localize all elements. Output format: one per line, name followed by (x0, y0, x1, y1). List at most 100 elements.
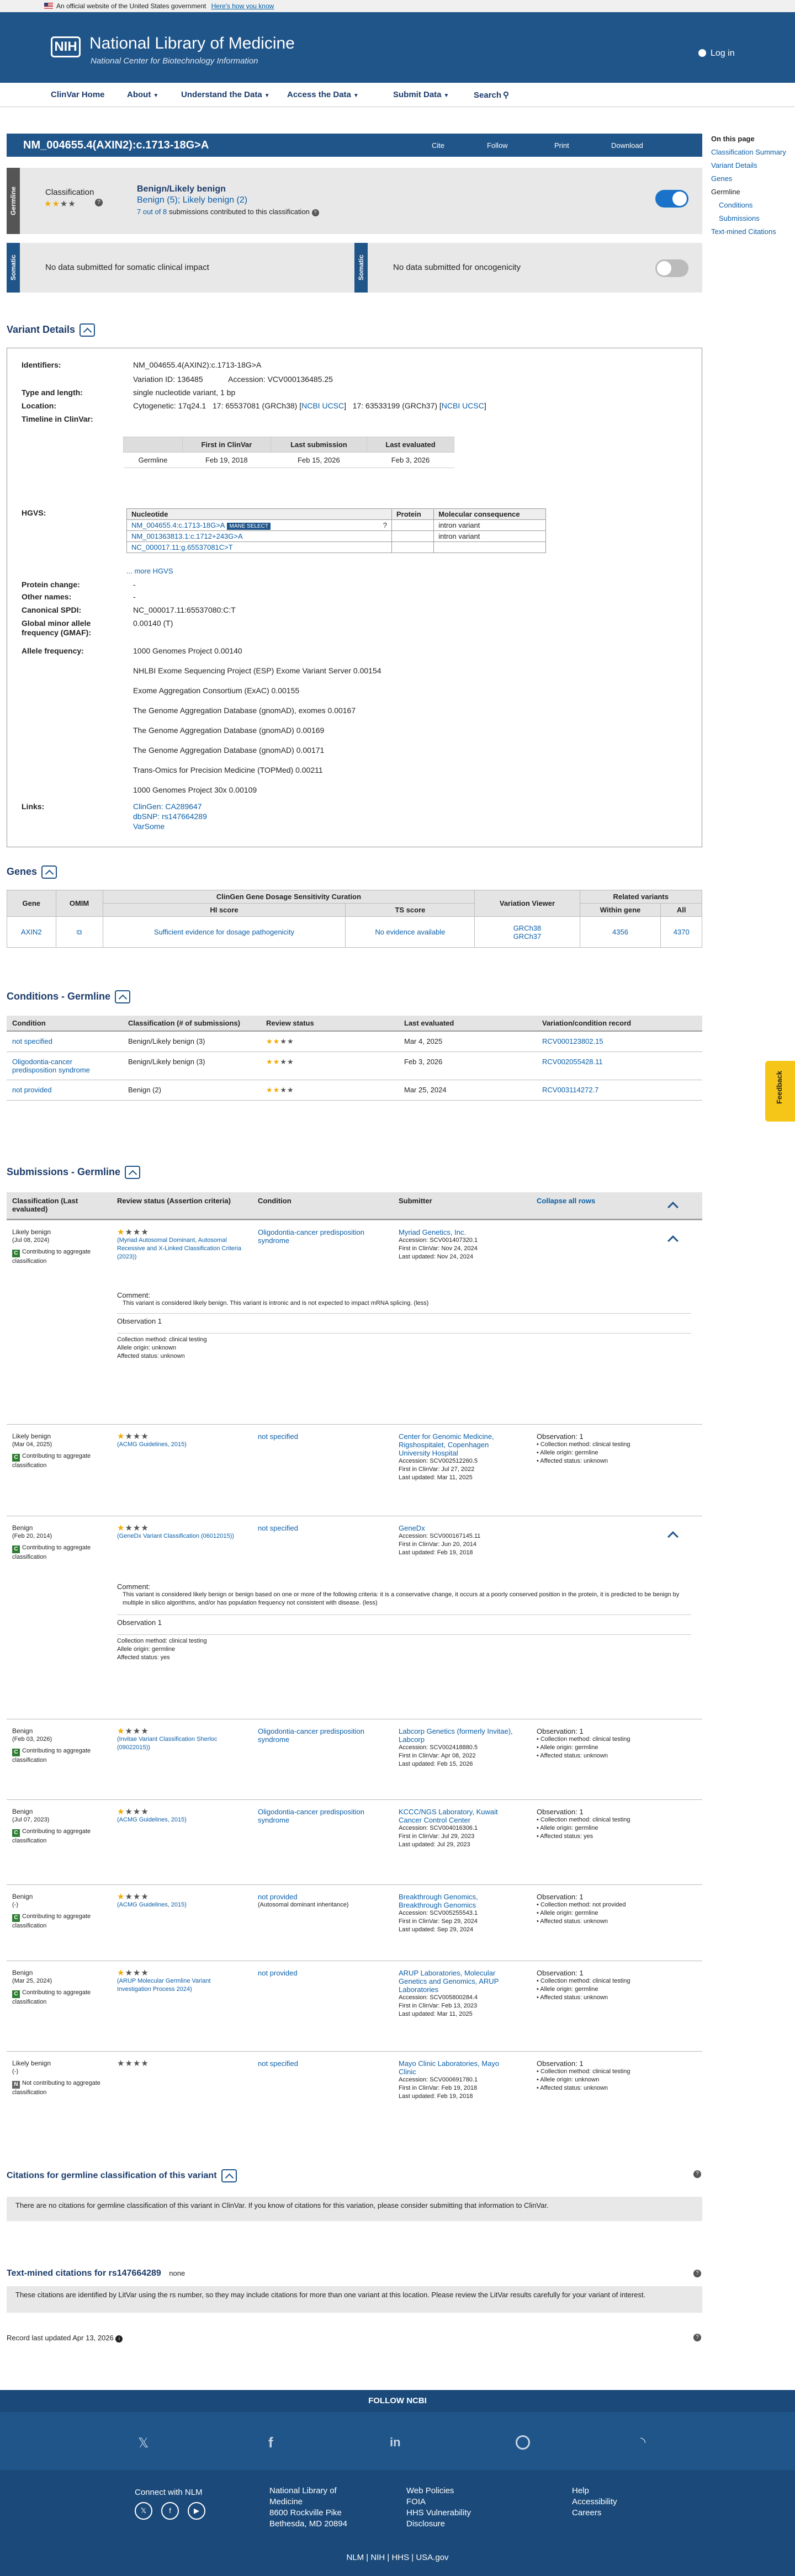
rcv-link[interactable]: RCV002055428.11 (537, 1051, 702, 1080)
within-gene-link[interactable]: 4356 (579, 916, 661, 948)
external-link-icon[interactable]: ⧉ (55, 916, 103, 948)
onpage-conditions[interactable]: Conditions (711, 199, 794, 212)
submitter-link[interactable]: Mayo Clinic Laboratories, Mayo Clinic (399, 2059, 515, 2076)
collapse-all-rows[interactable]: Collapse all rows (537, 1197, 595, 1205)
submitter-link[interactable]: ARUP Laboratories, Molecular Genetics an… (399, 1969, 515, 1994)
condition-link[interactable]: not specified (7, 1031, 123, 1052)
rcv-link[interactable]: RCV003114272.7 (537, 1080, 702, 1101)
submission-condition-link[interactable]: not specified (258, 1524, 368, 1532)
accessibility-link[interactable]: Accessibility (572, 2497, 617, 2508)
nlm-link[interactable]: NLM (346, 2553, 364, 2562)
assertion-criteria-link[interactable]: (ARUP Molecular Germline Variant Investi… (117, 1977, 244, 1994)
submitter-link[interactable]: KCCC/NGS Laboratory, Kuwait Cancer Contr… (399, 1808, 515, 1824)
ncbi-link[interactable]: NCBI (442, 401, 460, 410)
classification-detail[interactable]: Benign (5); Likely benign (2) (137, 195, 247, 205)
feedback-button[interactable]: Feedback (765, 1061, 795, 1122)
linkedin-icon[interactable]: in (390, 2435, 401, 2450)
ucsc-link[interactable]: UCSC (462, 401, 484, 410)
ucsc-link[interactable]: UCSC (322, 401, 344, 410)
submitter-link[interactable]: Breakthrough Genomics, Breakthrough Geno… (399, 1893, 515, 1909)
gene-axin2-link[interactable]: AXIN2 (7, 916, 56, 948)
submission-condition-link[interactable]: not provided (258, 1893, 368, 1901)
assertion-criteria-link[interactable]: (ACMG Guidelines, 2015) (117, 1901, 244, 1909)
nih-logo[interactable]: NIH (51, 36, 81, 57)
nav-about[interactable]: About ▼ (127, 90, 158, 99)
chevron-up-icon[interactable] (667, 1531, 679, 1542)
submission-condition-link[interactable]: not specified (258, 1432, 368, 1441)
assertion-criteria-link[interactable]: (Myriad Autosomal Dominant, Autosomal Re… (117, 1236, 244, 1261)
disclosure-link[interactable]: Disclosure (406, 2519, 471, 2530)
grch38-link[interactable]: GRCh38 (479, 924, 575, 932)
onpage-classification-summary[interactable]: Classification Summary (711, 146, 794, 159)
somatic-toggle[interactable] (655, 259, 688, 277)
condition-link[interactable]: Oligodontia-cancer predisposition syndro… (7, 1051, 123, 1080)
onpage-variant-details[interactable]: Variant Details (711, 159, 794, 172)
submitter-link[interactable]: Myriad Genetics, Inc. (399, 1228, 515, 1236)
rcv-link[interactable]: RCV000123802.15 (537, 1031, 702, 1052)
web-policies-link[interactable]: Web Policies (406, 2485, 471, 2497)
follow-button[interactable]: Follow (487, 141, 508, 150)
more-hgvs-link[interactable]: ... more HGVS (126, 567, 173, 575)
submission-condition-link[interactable]: Oligodontia-cancer predisposition syndro… (258, 1808, 368, 1824)
ts-score-link[interactable]: No evidence available (345, 916, 475, 948)
submitter-link[interactable]: GeneDx (399, 1524, 515, 1532)
collapse-button[interactable] (80, 323, 96, 337)
condition-link[interactable]: not provided (7, 1080, 123, 1101)
ncbi-link[interactable]: NCBI (301, 401, 320, 410)
germline-toggle[interactable] (655, 190, 688, 208)
hhs-vulnerability-link[interactable]: HHS Vulnerability (406, 2508, 471, 2519)
collapse-button[interactable] (125, 1166, 141, 1179)
usagov-link[interactable]: USA.gov (416, 2553, 448, 2562)
help-icon[interactable]: ? (693, 2170, 701, 2178)
hgvs-link[interactable]: NM_004655.4:c.1713-18G>A (131, 521, 225, 529)
print-button[interactable]: Print (554, 141, 569, 150)
github-icon[interactable] (516, 2435, 530, 2450)
dbsnp-link[interactable]: dbSNP: rs147664289 (133, 812, 207, 821)
clingen-link[interactable]: ClinGen: CA289647 (133, 802, 202, 811)
rss-icon[interactable]: ◝ (640, 2434, 645, 2450)
hgvs-link[interactable]: NC_000017.11:g.65537081C>T (131, 543, 233, 551)
assertion-criteria-link[interactable]: (ACMG Guidelines, 2015) (117, 1816, 244, 1824)
assertion-criteria-link[interactable]: (Invitae Variant Classification Sherloc … (117, 1735, 244, 1752)
nav-understand-data[interactable]: Understand the Data ▼ (181, 90, 270, 99)
submission-condition-link[interactable]: Oligodontia-cancer predisposition syndro… (258, 1228, 368, 1245)
chevron-up-icon[interactable] (667, 1202, 679, 1213)
nih-link[interactable]: NIH (370, 2553, 385, 2562)
assertion-criteria-link[interactable]: (GeneDx Variant Classification (06012015… (117, 1532, 244, 1541)
grch37-link[interactable]: GRCh37 (479, 932, 575, 941)
help-link[interactable]: Help (572, 2485, 617, 2497)
varsome-link[interactable]: VarSome (133, 822, 165, 831)
help-icon[interactable]: ? (693, 2270, 701, 2277)
collapse-button[interactable] (41, 865, 57, 879)
collapse-button[interactable] (221, 2169, 237, 2182)
collapse-button[interactable] (115, 990, 131, 1003)
facebook-icon[interactable]: f (161, 2502, 179, 2520)
submitter-link[interactable]: Center for Genomic Medicine, Rigshospita… (399, 1432, 515, 1457)
facebook-icon[interactable]: f (268, 2434, 273, 2451)
onpage-genes[interactable]: Genes (711, 172, 794, 185)
foia-link[interactable]: FOIA (406, 2497, 471, 2508)
nlm-name[interactable]: National Library of Medicine (89, 34, 295, 53)
careers-link[interactable]: Careers (572, 2508, 617, 2519)
x-icon[interactable]: 𝕏 (135, 2502, 152, 2520)
chevron-up-icon[interactable] (667, 1235, 679, 1246)
submission-condition-link[interactable]: not specified (258, 2059, 368, 2068)
login-button[interactable]: Log in (698, 49, 735, 59)
nav-submit-data[interactable]: Submit Data ▼ (393, 90, 449, 99)
help-icon[interactable]: ? (693, 2334, 701, 2341)
x-icon[interactable]: 𝕏 (138, 2435, 149, 2451)
assertion-criteria-link[interactable]: (ACMG Guidelines, 2015) (117, 1441, 244, 1449)
download-button[interactable]: Download (611, 141, 643, 150)
submission-condition-link[interactable]: not provided (258, 1969, 368, 1977)
nav-search[interactable]: Search ⚲ (474, 90, 509, 100)
hgvs-link[interactable]: NM_001363813.1:c.1712+243G>A (131, 532, 243, 540)
submissions-count-link[interactable]: 7 out of 8 (137, 208, 167, 216)
submission-condition-link[interactable]: Oligodontia-cancer predisposition syndro… (258, 1727, 368, 1744)
heres-how-link[interactable]: Here's how you know (211, 2, 274, 10)
youtube-icon[interactable]: ▶ (188, 2502, 205, 2520)
nav-access-data[interactable]: Access the Data ▼ (287, 90, 359, 99)
help-icon[interactable]: ? (95, 199, 103, 206)
nav-clinvar-home[interactable]: ClinVar Home (51, 90, 105, 99)
onpage-submissions[interactable]: Submissions (711, 212, 794, 225)
cite-button[interactable]: Cite (432, 141, 444, 150)
